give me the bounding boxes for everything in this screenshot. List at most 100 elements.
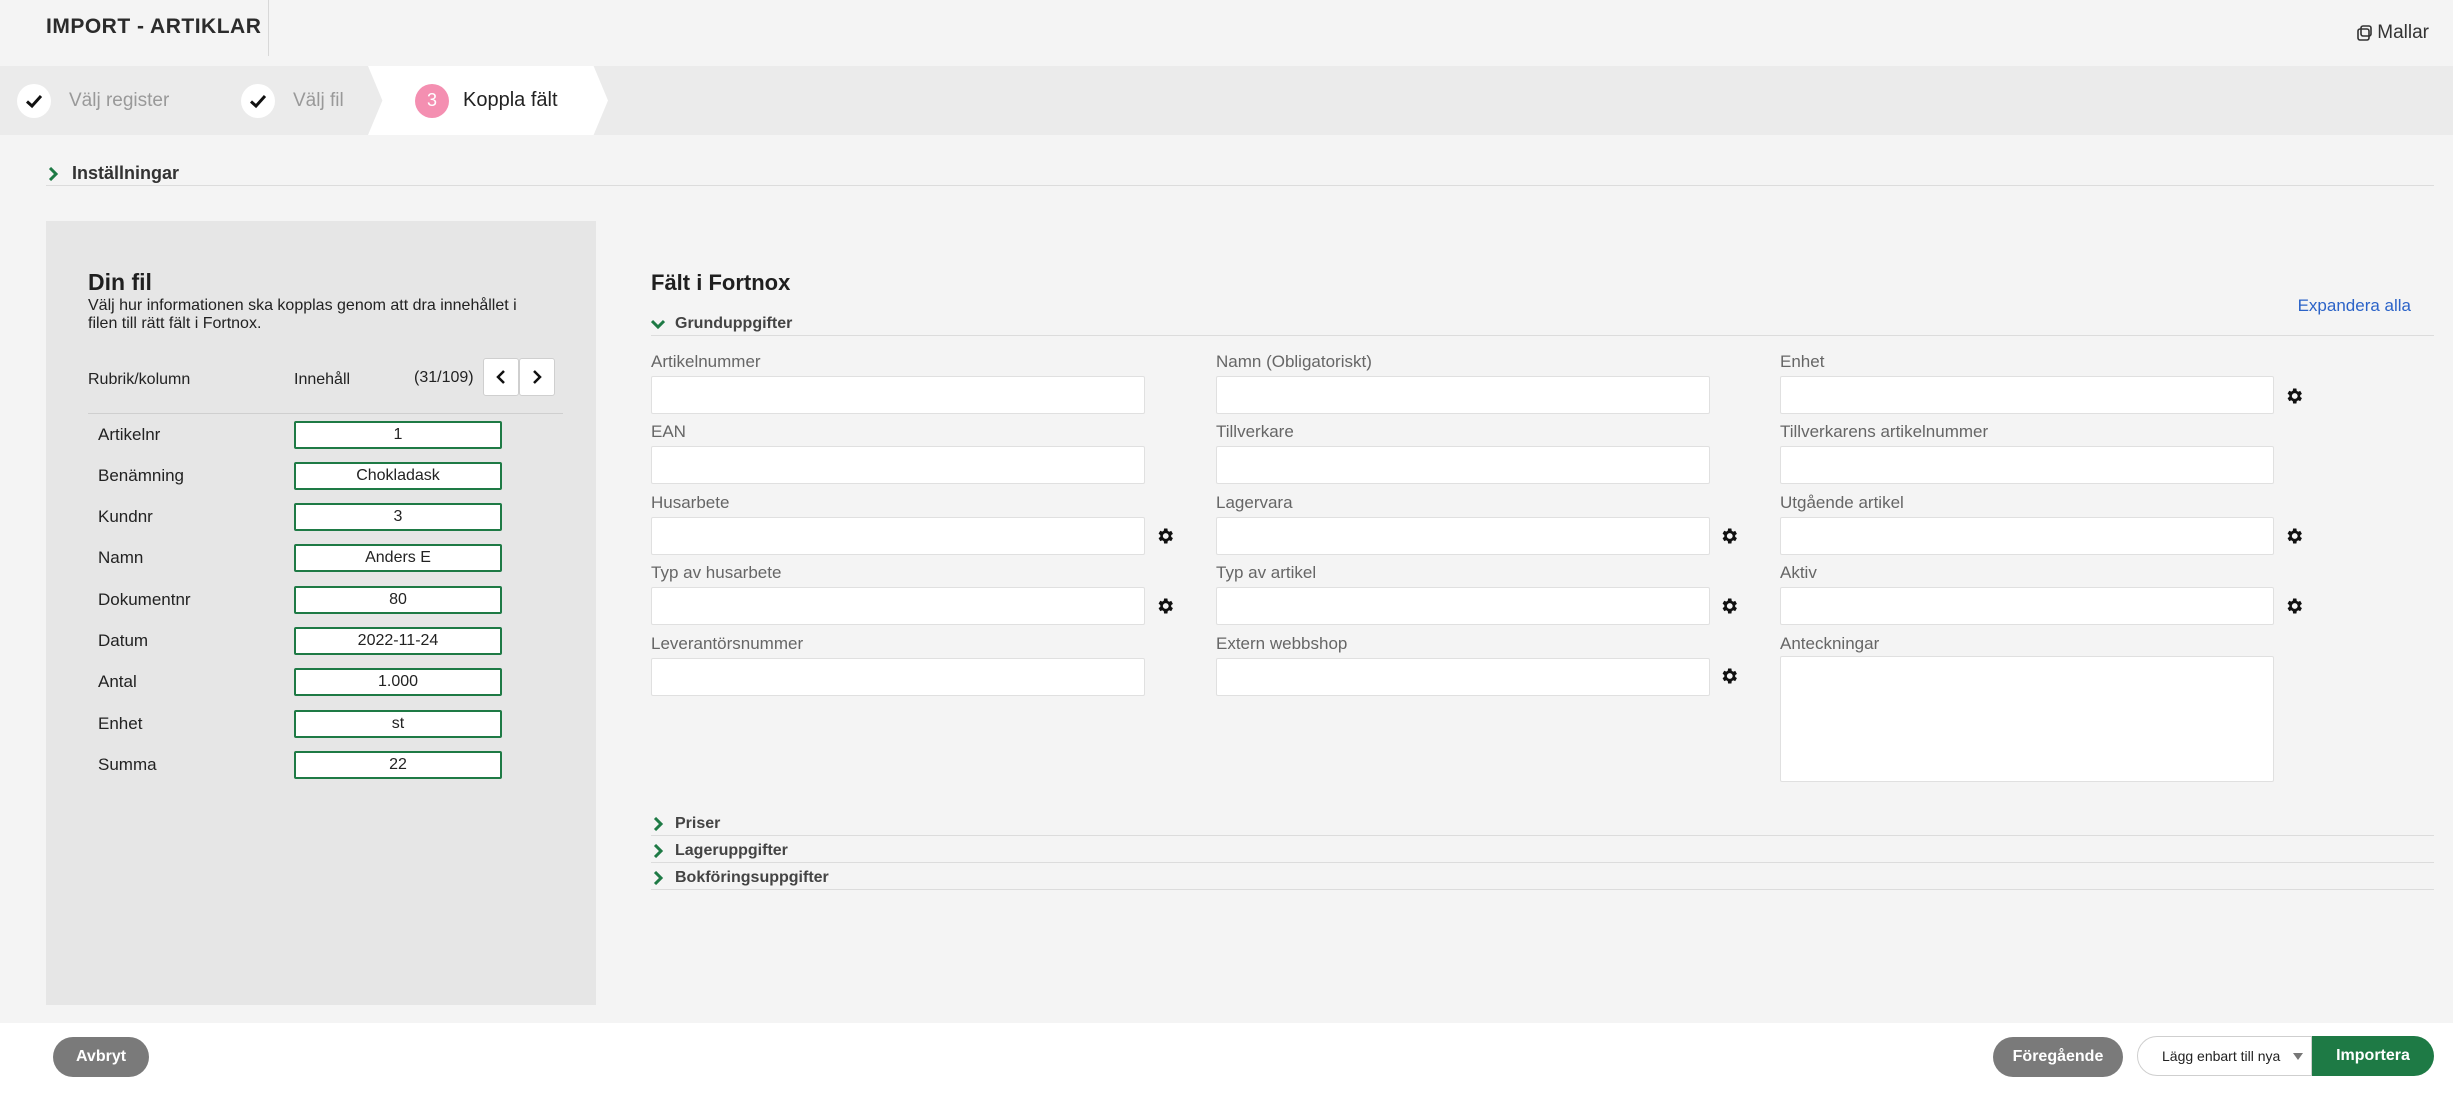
caret-down-icon: [2293, 1053, 2303, 1060]
file-panel: Din fil Välj hur informationen ska koppl…: [46, 221, 596, 1005]
file-row-value-chip[interactable]: Chokladask: [294, 462, 502, 490]
gear-icon[interactable]: [2284, 386, 2304, 406]
file-row-label: Kundnr: [98, 507, 153, 526]
discontinued-article-drop-field[interactable]: [1780, 517, 2274, 555]
field-label: Typ av artikel: [1216, 563, 1317, 582]
templates-link[interactable]: Mallar: [2355, 22, 2429, 44]
file-row-value-chip[interactable]: st: [294, 710, 502, 738]
step-select-file[interactable]: Välj fil: [241, 66, 344, 135]
step-number-badge: 3: [415, 83, 449, 118]
gear-icon[interactable]: [2284, 596, 2304, 616]
field-label: Leverantörsnummer: [651, 634, 804, 653]
article-number-drop-field[interactable]: [651, 376, 1145, 414]
house-work-type-drop-field[interactable]: [651, 587, 1145, 625]
step-label: Välj register: [69, 89, 170, 111]
stock-item-drop-field[interactable]: [1216, 517, 1710, 555]
file-row-label: Artikelnr: [98, 425, 161, 444]
chevron-right-icon: [653, 843, 664, 858]
check-icon: [17, 83, 51, 118]
step-select-register[interactable]: Välj register: [17, 66, 169, 135]
step-label: Välj fil: [293, 89, 344, 111]
file-panel-description: Välj hur informationen ska kopplas genom…: [88, 297, 517, 332]
previous-button[interactable]: Föregående: [1993, 1037, 2123, 1077]
gear-icon[interactable]: [2284, 526, 2304, 546]
file-row: Enhet st: [46, 708, 596, 740]
import-button[interactable]: Importera: [2312, 1036, 2434, 1076]
file-row: Artikelnr 1: [46, 419, 596, 451]
file-row-label: Dokumentnr: [98, 590, 191, 609]
page-title: IMPORT - ARTIKLAR: [46, 15, 262, 38]
file-row-value-chip[interactable]: 22: [294, 751, 502, 779]
content-heading: Innehåll: [294, 371, 351, 388]
previous-row-button[interactable]: [483, 358, 519, 396]
field-label: Enhet: [1780, 352, 1825, 371]
header-divider: [88, 413, 563, 414]
manufacturer-drop-field[interactable]: [1216, 446, 1710, 484]
group-label: Lageruppgifter: [675, 841, 788, 859]
file-row-value-chip[interactable]: Anders E: [294, 544, 502, 572]
chevron-down-icon: [651, 319, 665, 329]
step-map-fields[interactable]: 3 Koppla fält: [415, 66, 558, 135]
file-row-label: Enhet: [98, 714, 143, 733]
import-split-button: Lägg enbart till nya Importera: [2137, 1036, 2434, 1076]
file-row-label: Namn: [98, 548, 144, 567]
file-row: Namn Anders E: [46, 542, 596, 574]
templates-icon: [2357, 25, 2373, 41]
field-label: Namn (Obligatoriskt): [1216, 352, 1372, 371]
external-webshop-drop-field[interactable]: [1216, 658, 1710, 696]
fortnox-fields-title: Fält i Fortnox: [651, 270, 791, 295]
name-drop-field[interactable]: [1216, 376, 1710, 414]
file-row-value-chip[interactable]: 80: [294, 586, 502, 614]
supplier-number-drop-field[interactable]: [651, 658, 1145, 696]
gear-icon[interactable]: [1719, 596, 1739, 616]
group-accounting-toggle[interactable]: Bokföringsuppgifter: [651, 866, 2434, 890]
field-label: Anteckningar: [1780, 634, 1880, 653]
file-row: Datum 2022-11-24: [46, 625, 596, 657]
import-stepper: [0, 66, 2453, 135]
cancel-button[interactable]: Avbryt: [53, 1037, 149, 1077]
field-label: Tillverkarens artikelnummer: [1780, 422, 1989, 441]
chevron-right-icon: [653, 870, 664, 885]
group-basic-toggle[interactable]: Grunduppgifter: [651, 312, 2434, 336]
field-label: Typ av husarbete: [651, 563, 782, 582]
group-prices-toggle[interactable]: Priser: [651, 812, 2434, 836]
house-work-drop-field[interactable]: [651, 517, 1145, 555]
manufacturer-article-number-drop-field[interactable]: [1780, 446, 2274, 484]
field-label: Aktiv: [1780, 563, 1817, 582]
column-heading: Rubrik/kolumn: [88, 371, 191, 388]
gear-icon[interactable]: [1155, 526, 1175, 546]
file-row-value-chip[interactable]: 2022-11-24: [294, 627, 502, 655]
next-row-button[interactable]: [519, 358, 555, 396]
chevron-right-icon: [533, 370, 542, 384]
group-label: Grunduppgifter: [675, 314, 793, 332]
field-label: Extern webbshop: [1216, 634, 1348, 653]
notes-drop-field[interactable]: [1780, 656, 2274, 782]
field-label: Husarbete: [651, 493, 730, 512]
ean-drop-field[interactable]: [651, 446, 1145, 484]
top-bar: IMPORT - ARTIKLAR Mallar: [0, 0, 2453, 66]
file-row-value-chip[interactable]: 1.000: [294, 668, 502, 696]
field-label: Utgående artikel: [1780, 493, 1904, 512]
active-drop-field[interactable]: [1780, 587, 2274, 625]
check-icon: [241, 83, 275, 118]
file-row-value-chip[interactable]: 3: [294, 503, 502, 531]
group-stock-toggle[interactable]: Lageruppgifter: [651, 839, 2434, 863]
file-row-label: Benämning: [98, 466, 185, 485]
file-row-value-chip[interactable]: 1: [294, 421, 502, 449]
chevron-right-icon: [653, 816, 664, 831]
file-row: Dokumentnr 80: [46, 584, 596, 616]
import-mode-select[interactable]: Lägg enbart till nya: [2137, 1036, 2312, 1076]
article-type-drop-field[interactable]: [1216, 587, 1710, 625]
gear-icon[interactable]: [1155, 596, 1175, 616]
field-label: Artikelnummer: [651, 352, 761, 371]
file-row: Antal 1.000: [46, 666, 596, 698]
settings-toggle[interactable]: Inställningar: [46, 162, 2434, 186]
file-row-label: Datum: [98, 631, 149, 650]
gear-icon[interactable]: [1719, 526, 1739, 546]
field-label: Tillverkare: [1216, 422, 1294, 441]
unit-drop-field[interactable]: [1780, 376, 2274, 414]
file-row: Summa 22: [46, 749, 596, 781]
file-row: Benämning Chokladask: [46, 460, 596, 492]
gear-icon[interactable]: [1719, 666, 1739, 686]
group-label: Bokföringsuppgifter: [675, 868, 829, 886]
